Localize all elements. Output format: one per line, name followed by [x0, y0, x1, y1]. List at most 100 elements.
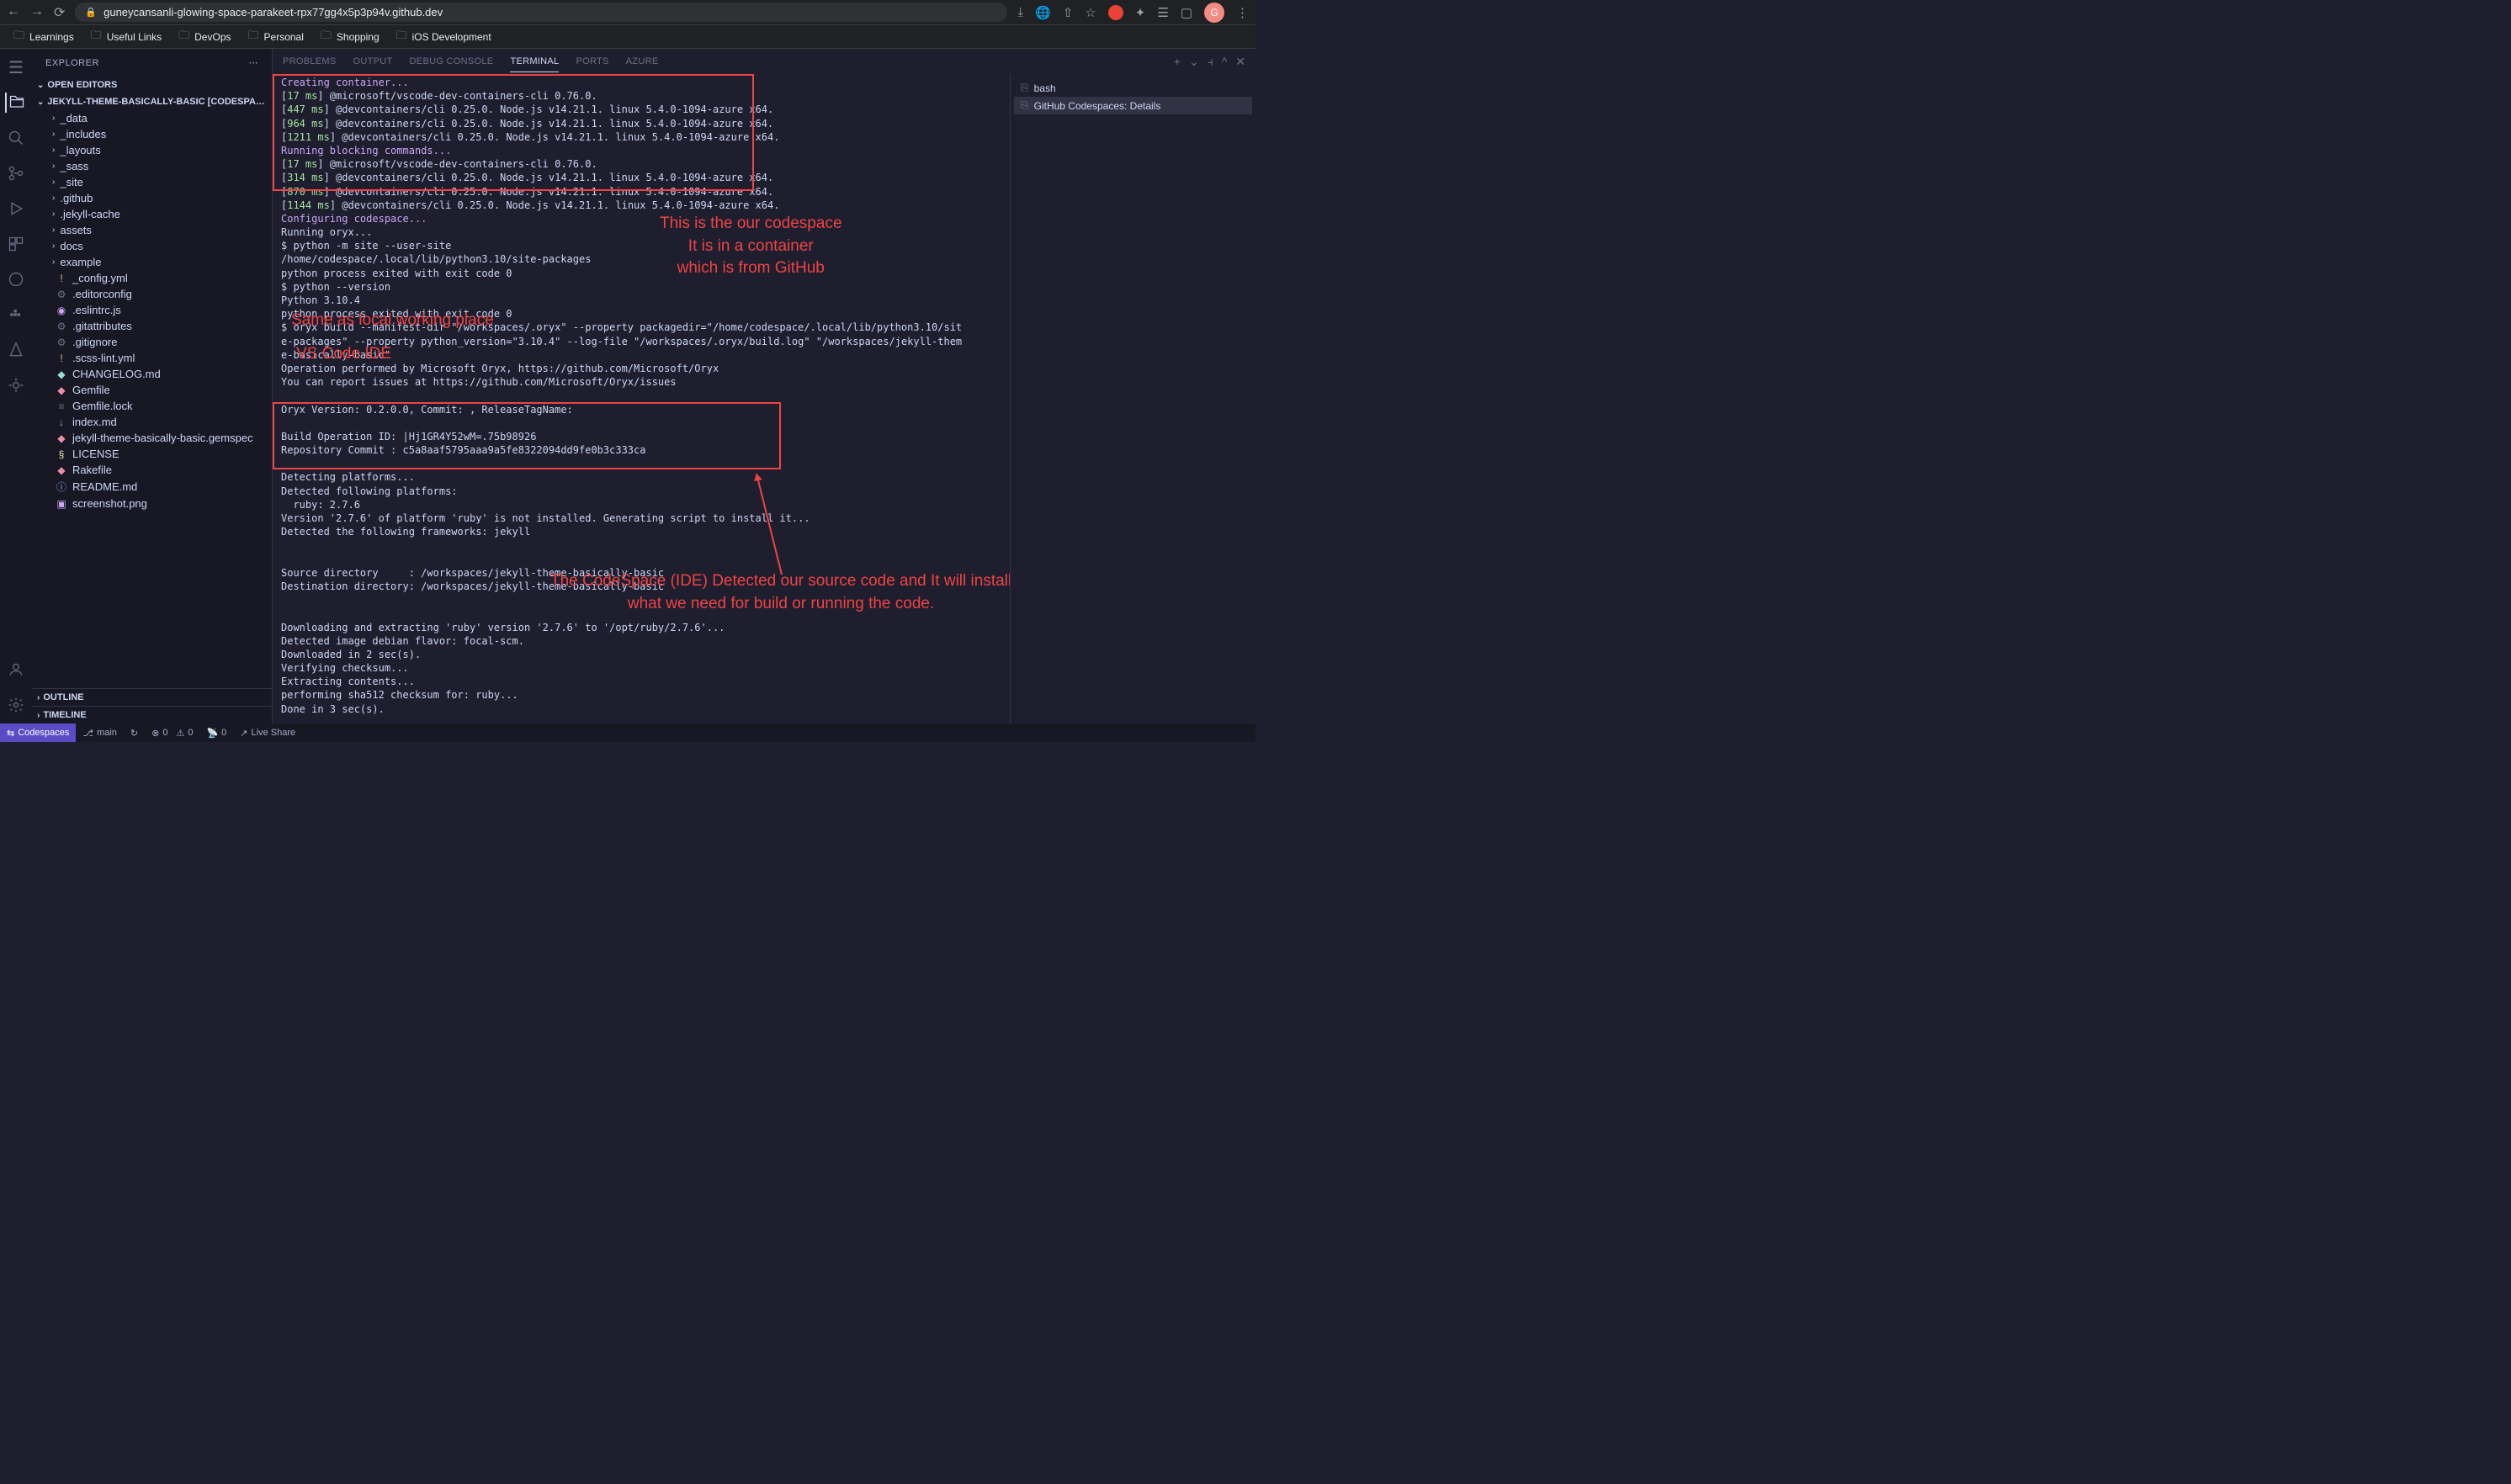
status-branch[interactable]: ⎇ main: [76, 728, 124, 739]
reading-list-icon[interactable]: ☰: [1157, 5, 1168, 20]
new-terminal-icon[interactable]: +: [1174, 55, 1181, 69]
file-tree: ›_data›_includes›_layouts›_sass›_site›.g…: [32, 110, 272, 688]
tab-icon[interactable]: ▢: [1181, 5, 1192, 20]
file-item[interactable]: §LICENSE: [32, 446, 272, 462]
file-item[interactable]: ⚙.gitignore: [32, 334, 272, 350]
forward-button[interactable]: →: [30, 4, 44, 21]
bookmark-item[interactable]: 🗀Learnings: [7, 24, 81, 50]
file-item[interactable]: ⚙.editorconfig: [32, 286, 272, 302]
debug-icon[interactable]: [6, 199, 26, 219]
outline-section[interactable]: › OUTLINE: [32, 688, 272, 706]
search-icon[interactable]: [6, 128, 26, 148]
close-panel-icon[interactable]: ✕: [1235, 55, 1245, 69]
folder-item[interactable]: ›_site: [32, 174, 272, 190]
liveshare-icon[interactable]: [6, 375, 26, 395]
tab-ports[interactable]: PORTS: [576, 51, 608, 72]
file-item[interactable]: ◆Rakefile: [32, 462, 272, 478]
explorer-icon[interactable]: [5, 93, 25, 113]
notification-dot[interactable]: [1108, 5, 1123, 20]
source-control-icon[interactable]: [6, 163, 26, 183]
bookmark-item[interactable]: 🗀DevOps: [172, 24, 237, 50]
file-item[interactable]: ⓘREADME.md: [32, 478, 272, 496]
bookmark-item[interactable]: 🗀Shopping: [314, 24, 386, 50]
file-item[interactable]: ◆Gemfile: [32, 382, 272, 398]
tab-problems[interactable]: PROBLEMS: [283, 51, 337, 72]
folder-item[interactable]: ›docs: [32, 238, 272, 254]
liveshare-icon: ↗: [240, 728, 247, 739]
file-item[interactable]: ≡Gemfile.lock: [32, 398, 272, 414]
status-liveshare[interactable]: ↗ Live Share: [233, 728, 302, 739]
file-item[interactable]: ↓index.md: [32, 414, 272, 430]
file-icon: ◆: [56, 384, 67, 396]
tab-debug-console[interactable]: DEBUG CONSOLE: [410, 51, 494, 72]
folder-item[interactable]: ›_layouts: [32, 142, 272, 158]
split-terminal-icon[interactable]: ⫞: [1208, 55, 1213, 69]
bookmark-item[interactable]: 🗀Personal: [242, 24, 311, 50]
file-item[interactable]: !_config.yml: [32, 270, 272, 286]
file-icon: ◉: [56, 305, 67, 316]
status-errors[interactable]: ⊗0 ⚠0: [145, 728, 199, 739]
menu-toggle[interactable]: ☰: [6, 57, 26, 77]
file-item[interactable]: ⚙.gitattributes: [32, 318, 272, 334]
lock-icon: 🔒: [85, 7, 97, 18]
translate-icon[interactable]: 🌐: [1035, 5, 1051, 20]
file-item[interactable]: ◆CHANGELOG.md: [32, 366, 272, 382]
profile-avatar[interactable]: G: [1204, 3, 1224, 23]
terminal-output[interactable]: Creating container... [17 ms] @microsoft…: [273, 74, 1010, 723]
bookmark-item[interactable]: 🗀iOS Development: [390, 24, 498, 50]
explorer-sidebar: EXPLORER ⋯ ⌄ OPEN EDITORS ⌄ JEKYLL-THEME…: [32, 49, 273, 723]
file-item[interactable]: ◆jekyll-theme-basically-basic.gemspec: [32, 430, 272, 446]
browser-actions: ⤓ 🌐 ⇧ ☆ ✦ ☰ ▢ G ⋮: [1017, 3, 1249, 23]
chevron-down-icon: ⌄: [37, 98, 44, 107]
timeline-section[interactable]: › TIMELINE: [32, 706, 272, 723]
extensions-icon[interactable]: [6, 234, 26, 254]
terminal-item[interactable]: ⎘ bash: [1014, 79, 1252, 97]
project-section[interactable]: ⌄ JEKYLL-THEME-BASICALLY-BASIC [CODESPAC…: [32, 93, 272, 110]
maximize-icon[interactable]: ^: [1222, 55, 1228, 69]
file-icon: ↓: [56, 416, 67, 428]
chevron-right-icon: ›: [37, 711, 40, 720]
file-icon: !: [56, 352, 67, 364]
terminal-icon: ⎘: [1021, 99, 1029, 112]
settings-icon[interactable]: [6, 695, 26, 715]
folder-item[interactable]: ›example: [32, 254, 272, 270]
back-button[interactable]: ←: [7, 4, 20, 21]
status-sync[interactable]: ↻: [124, 728, 145, 739]
status-remote[interactable]: ⇆ Codespaces: [0, 723, 76, 742]
share-icon[interactable]: ⇧: [1063, 5, 1074, 20]
file-icon: ≡: [56, 400, 67, 412]
account-icon[interactable]: [6, 660, 26, 680]
status-ports[interactable]: 📡0: [199, 728, 233, 739]
file-item[interactable]: !.scss-lint.yml: [32, 350, 272, 366]
more-icon[interactable]: ⋯: [249, 57, 259, 68]
terminal-item[interactable]: ⎘ GitHub Codespaces: Details: [1014, 97, 1252, 114]
docker-icon[interactable]: [6, 305, 26, 325]
remote-icon[interactable]: [6, 269, 26, 289]
open-editors-section[interactable]: ⌄ OPEN EDITORS: [32, 77, 272, 93]
bookmark-icon[interactable]: ☆: [1085, 5, 1096, 20]
chevron-right-icon: ›: [52, 114, 55, 123]
menu-icon[interactable]: ⋮: [1236, 5, 1249, 20]
folder-item[interactable]: ›assets: [32, 222, 272, 238]
folder-item[interactable]: ›_includes: [32, 126, 272, 142]
port-icon: 📡: [206, 728, 218, 739]
tab-azure[interactable]: AZURE: [626, 51, 659, 72]
folder-item[interactable]: ›_sass: [32, 158, 272, 174]
terminal-dropdown-icon[interactable]: ⌄: [1189, 55, 1199, 69]
file-item[interactable]: ◉.eslintrc.js: [32, 302, 272, 318]
folder-item[interactable]: ›.jekyll-cache: [32, 206, 272, 222]
install-icon[interactable]: ⤓: [1017, 5, 1023, 19]
tab-terminal[interactable]: TERMINAL: [510, 51, 559, 72]
file-item[interactable]: ▣screenshot.png: [32, 496, 272, 511]
folder-item[interactable]: ›_data: [32, 110, 272, 126]
bookmark-item[interactable]: 🗀Useful Links: [84, 24, 168, 50]
extensions-icon[interactable]: ✦: [1135, 5, 1146, 20]
tab-output[interactable]: OUTPUT: [353, 51, 393, 72]
folder-item[interactable]: ›.github: [32, 190, 272, 206]
url-bar[interactable]: 🔒 guneycansanli-glowing-space-parakeet-r…: [75, 3, 1007, 22]
reload-button[interactable]: ⟳: [54, 4, 65, 21]
file-icon: ◆: [56, 464, 67, 476]
azure-icon[interactable]: [6, 340, 26, 360]
file-icon: ⚙: [56, 337, 67, 348]
annotation-arrow: [752, 469, 786, 579]
